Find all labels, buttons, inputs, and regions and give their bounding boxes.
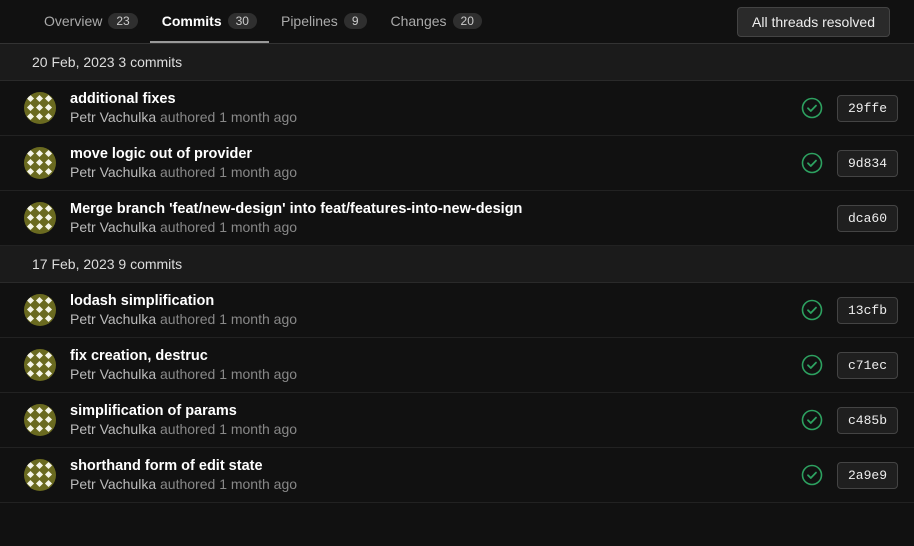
commit-title[interactable]: lodash simplification: [70, 293, 787, 309]
tab-count-badge: 23: [108, 13, 137, 29]
commit-hash[interactable]: c485b: [837, 407, 898, 434]
commit-meta: Petr Vachulka authored 1 month ago: [70, 164, 787, 180]
commit-hash[interactable]: c71ec: [837, 352, 898, 379]
status-success-icon[interactable]: [801, 409, 823, 431]
commit-authored-label: authored: [160, 476, 219, 492]
commit-time: 1 month ago: [219, 164, 297, 180]
status-success-icon[interactable]: [801, 152, 823, 174]
commit-title[interactable]: Merge branch 'feat/new-design' into feat…: [70, 201, 787, 217]
commit-author[interactable]: Petr Vachulka: [70, 164, 156, 180]
commit-main: move logic out of provider Petr Vachulka …: [70, 146, 787, 180]
avatar[interactable]: [24, 202, 56, 234]
commit-row[interactable]: fix creation, destruc Petr Vachulka autho…: [0, 338, 914, 393]
status-success-icon[interactable]: [801, 354, 823, 376]
commit-meta: Petr Vachulka authored 1 month ago: [70, 311, 787, 327]
commit-group-header: 20 Feb, 2023 3 commits: [0, 44, 914, 81]
commit-time: 1 month ago: [219, 476, 297, 492]
commit-time: 1 month ago: [219, 421, 297, 437]
tab-label: Commits: [162, 13, 222, 29]
commit-author[interactable]: Petr Vachulka: [70, 109, 156, 125]
commit-main: simplification of params Petr Vachulka au…: [70, 403, 787, 437]
commit-title[interactable]: shorthand form of edit state: [70, 458, 787, 474]
tab-label: Overview: [44, 13, 102, 29]
commit-authored-label: authored: [160, 311, 219, 327]
commit-meta: Petr Vachulka authored 1 month ago: [70, 421, 787, 437]
commit-title[interactable]: simplification of params: [70, 403, 787, 419]
commit-authored-label: authored: [160, 366, 219, 382]
commit-authored-label: authored: [160, 421, 219, 437]
commit-hash[interactable]: 13cfb: [837, 297, 898, 324]
commit-hash[interactable]: 2a9e9: [837, 462, 898, 489]
tabs: Overview 23 Commits 30 Pipelines 9 Changes 20: [32, 0, 494, 43]
commit-meta: Petr Vachulka authored 1 month ago: [70, 366, 787, 382]
commit-time: 1 month ago: [219, 311, 297, 327]
status-success-icon[interactable]: [801, 299, 823, 321]
commit-title[interactable]: additional fixes: [70, 91, 787, 107]
commit-meta: Petr Vachulka authored 1 month ago: [70, 476, 787, 492]
commit-row[interactable]: Merge branch 'feat/new-design' into feat…: [0, 191, 914, 246]
commit-author[interactable]: Petr Vachulka: [70, 219, 156, 235]
commit-meta: Petr Vachulka authored 1 month ago: [70, 109, 787, 125]
commit-time: 1 month ago: [219, 219, 297, 235]
tab-changes[interactable]: Changes 20: [379, 0, 494, 43]
avatar[interactable]: [24, 404, 56, 436]
commit-row[interactable]: shorthand form of edit state Petr Vachulk…: [0, 448, 914, 503]
commit-row[interactable]: simplification of params Petr Vachulka au…: [0, 393, 914, 448]
commit-main: shorthand form of edit state Petr Vachulk…: [70, 458, 787, 492]
tab-commits[interactable]: Commits 30: [150, 0, 269, 43]
tab-label: Pipelines: [281, 13, 338, 29]
commit-hash[interactable]: 29ffe: [837, 95, 898, 122]
commit-main: lodash simplification Petr Vachulka autho…: [70, 293, 787, 327]
commit-author[interactable]: Petr Vachulka: [70, 421, 156, 437]
commit-main: additional fixes Petr Vachulka authored 1…: [70, 91, 787, 125]
status-success-icon[interactable]: [801, 464, 823, 486]
tab-count-badge: 20: [453, 13, 482, 29]
commit-main: fix creation, destruc Petr Vachulka autho…: [70, 348, 787, 382]
avatar[interactable]: [24, 92, 56, 124]
avatar[interactable]: [24, 147, 56, 179]
commit-author[interactable]: Petr Vachulka: [70, 476, 156, 492]
status-success-icon[interactable]: [801, 97, 823, 119]
commit-list: 20 Feb, 2023 3 commits additional fixes Pe…: [0, 44, 914, 503]
commit-hash[interactable]: 9d834: [837, 150, 898, 177]
commit-time: 1 month ago: [219, 109, 297, 125]
avatar[interactable]: [24, 294, 56, 326]
commit-authored-label: authored: [160, 219, 219, 235]
tab-count-badge: 30: [228, 13, 257, 29]
avatar[interactable]: [24, 349, 56, 381]
avatar[interactable]: [24, 459, 56, 491]
commit-row[interactable]: additional fixes Petr Vachulka authored 1…: [0, 81, 914, 136]
tab-label: Changes: [391, 13, 447, 29]
commit-authored-label: authored: [160, 109, 219, 125]
commit-title[interactable]: fix creation, destruc: [70, 348, 787, 364]
commit-time: 1 month ago: [219, 366, 297, 382]
commit-hash[interactable]: dca60: [837, 205, 898, 232]
tab-overview[interactable]: Overview 23: [32, 0, 150, 43]
commit-meta: Petr Vachulka authored 1 month ago: [70, 219, 787, 235]
commit-row[interactable]: lodash simplification Petr Vachulka autho…: [0, 283, 914, 338]
status-none: [801, 207, 823, 229]
topbar: Overview 23 Commits 30 Pipelines 9 Changes 20 A…: [0, 0, 914, 44]
commit-row[interactable]: move logic out of provider Petr Vachulka …: [0, 136, 914, 191]
commit-author[interactable]: Petr Vachulka: [70, 311, 156, 327]
tab-count-badge: 9: [344, 13, 367, 29]
commit-author[interactable]: Petr Vachulka: [70, 366, 156, 382]
resolve-threads-button[interactable]: All threads resolved: [737, 7, 890, 37]
commit-title[interactable]: move logic out of provider: [70, 146, 787, 162]
commit-main: Merge branch 'feat/new-design' into feat…: [70, 201, 787, 235]
commit-group-header: 17 Feb, 2023 9 commits: [0, 246, 914, 283]
tab-pipelines[interactable]: Pipelines 9: [269, 0, 379, 43]
commit-authored-label: authored: [160, 164, 219, 180]
